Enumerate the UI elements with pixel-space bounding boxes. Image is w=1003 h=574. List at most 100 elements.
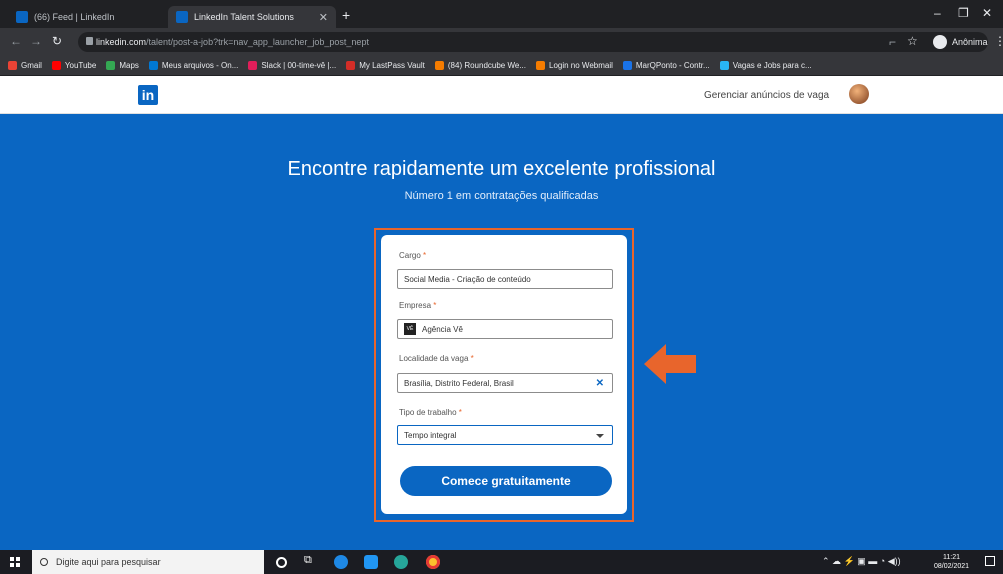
bookmark-label: Maps bbox=[119, 61, 139, 70]
avatar[interactable] bbox=[849, 84, 869, 104]
bookmark-roundcube[interactable]: (84) Roundcube We... bbox=[434, 61, 526, 70]
empresa-field[interactable]: VÊ Agência Vê bbox=[397, 319, 613, 339]
search-icon bbox=[40, 558, 48, 566]
label-text: Cargo bbox=[399, 251, 421, 260]
chrome-icon[interactable] bbox=[426, 555, 440, 569]
url-text[interactable]: linkedin.com/talent/post-a-job?trk=nav_a… bbox=[96, 37, 369, 47]
linkedin-logo[interactable]: in bbox=[138, 85, 158, 105]
clock[interactable]: 11:21 08/02/2021 bbox=[934, 553, 969, 571]
bookmark-gmail[interactable]: Gmail bbox=[8, 61, 42, 70]
menu-kebab-icon[interactable]: ⋮ bbox=[994, 34, 1003, 48]
close-window-icon[interactable]: ✕ bbox=[982, 6, 992, 20]
bookmark-webmail[interactable]: Login no Webmail bbox=[536, 61, 613, 70]
job-post-form: Cargo * Social Media - Criação de conteú… bbox=[381, 235, 627, 514]
bookmark-label: My LastPass Vault bbox=[359, 61, 425, 70]
store-icon[interactable] bbox=[364, 555, 378, 569]
gmail-icon bbox=[8, 61, 17, 70]
tab-talent-solutions[interactable]: LinkedIn Talent Solutions ✕ bbox=[168, 6, 336, 28]
empresa-value: Agência Vê bbox=[422, 324, 463, 334]
plus-icon[interactable]: + bbox=[342, 7, 350, 23]
tab-linkedin-feed[interactable]: (66) Feed | LinkedIn ✕ bbox=[8, 6, 186, 28]
bookmark-label: Login no Webmail bbox=[549, 61, 613, 70]
browser-tabstrip: (66) Feed | LinkedIn ✕ LinkedIn Talent S… bbox=[0, 0, 1003, 28]
app-icon[interactable] bbox=[394, 555, 408, 569]
localidade-value: Brasília, Distrito Federal, Brasil bbox=[404, 378, 514, 388]
bookmark-label: Slack | 00-time-vê |... bbox=[261, 61, 337, 70]
clock-date: 08/02/2021 bbox=[934, 563, 970, 570]
bookmark-youtube[interactable]: YouTube bbox=[51, 61, 97, 70]
bookmark-marqponto[interactable]: MarQPonto - Contr... bbox=[622, 61, 710, 70]
system-tray[interactable]: ⌃ ☁ ⚡ ▣ ▬ ◔ ◀)) bbox=[822, 556, 901, 567]
roundcube-icon bbox=[434, 61, 444, 70]
close-tab-icon[interactable]: ✕ bbox=[319, 11, 328, 24]
screen: (66) Feed | LinkedIn ✕ LinkedIn Talent S… bbox=[0, 0, 1003, 574]
submit-button[interactable]: Comece gratuitamente bbox=[400, 466, 612, 496]
url-domain: linkedin.com bbox=[96, 37, 147, 47]
bookmark-vagas[interactable]: Vagas e Jobs para c... bbox=[719, 61, 812, 70]
back-icon[interactable]: ← bbox=[10, 34, 22, 48]
restore-icon[interactable]: ❐ bbox=[958, 6, 969, 20]
vagas-icon bbox=[719, 61, 729, 70]
label-text: Localidade da vaga bbox=[399, 354, 469, 363]
localidade-field[interactable]: Brasília, Distrito Federal, Brasil ✕ bbox=[397, 373, 613, 393]
linkedin-favicon-icon bbox=[176, 11, 188, 23]
tab-title: (66) Feed | LinkedIn bbox=[34, 12, 115, 22]
minimize-icon[interactable]: – bbox=[934, 6, 941, 20]
windows-start-icon[interactable] bbox=[10, 557, 20, 567]
onedrive-icon bbox=[148, 61, 158, 70]
label-text: Tipo de trabalho bbox=[399, 408, 457, 417]
bookmark-label: Meus arquivos - On... bbox=[161, 61, 239, 70]
tab-title: LinkedIn Talent Solutions bbox=[194, 12, 294, 22]
tipo-label: Tipo de trabalho * bbox=[399, 408, 462, 417]
label-text: Empresa bbox=[399, 301, 432, 310]
bookmark-maps[interactable]: Maps bbox=[106, 61, 139, 70]
forward-icon[interactable]: → bbox=[30, 34, 42, 48]
cortana-icon[interactable] bbox=[276, 557, 287, 568]
search-placeholder: Digite aqui para pesquisar bbox=[56, 557, 161, 567]
reload-icon[interactable]: ↻ bbox=[52, 34, 62, 48]
cargo-label: Cargo * bbox=[399, 251, 426, 260]
bookmark-label: YouTube bbox=[64, 61, 97, 70]
task-view-icon[interactable]: ⧉ bbox=[304, 554, 318, 568]
taskbar-search[interactable]: Digite aqui para pesquisar bbox=[32, 550, 264, 574]
edge-icon[interactable] bbox=[334, 555, 348, 569]
bookmark-label: Gmail bbox=[21, 61, 42, 70]
linkedin-favicon-icon bbox=[16, 11, 28, 23]
page-title: Encontre rapidamente um excelente profis… bbox=[287, 158, 716, 180]
bookmarks-bar: Gmail YouTube Maps Meus arquivos - On...… bbox=[0, 56, 1003, 76]
required-mark: * bbox=[433, 301, 437, 310]
empresa-label: Empresa * bbox=[399, 301, 436, 310]
manage-jobs-link[interactable]: Gerenciar anúncios de vaga bbox=[704, 90, 829, 101]
webmail-icon bbox=[536, 61, 545, 70]
incognito-avatar-icon bbox=[933, 35, 947, 49]
bookmark-label: MarQPonto - Contr... bbox=[635, 61, 710, 70]
browser-toolbar: ← → ↻ linkedin.com/talent/post-a-job?trk… bbox=[0, 28, 1003, 56]
cargo-value: Social Media - Criação de conteúdo bbox=[404, 274, 531, 284]
bookmark-slack[interactable]: Slack | 00-time-vê |... bbox=[248, 61, 336, 70]
company-logo-icon: VÊ bbox=[404, 323, 416, 335]
linkedin-header: in Gerenciar anúncios de vaga bbox=[0, 76, 1003, 114]
url-path: /talent/post-a-job?trk=nav_app_launcher_… bbox=[146, 37, 369, 47]
bookmark-label: Vagas e Jobs para c... bbox=[732, 61, 812, 70]
required-mark: * bbox=[423, 251, 427, 260]
tipo-select[interactable]: Tempo integral bbox=[397, 425, 613, 445]
tipo-value: Tempo integral bbox=[404, 430, 457, 440]
lastpass-icon bbox=[346, 61, 356, 70]
chevron-down-icon bbox=[596, 434, 604, 438]
hero-section: Encontre rapidamente um excelente profis… bbox=[0, 114, 1003, 550]
bookmark-star-icon[interactable]: ☆ bbox=[907, 34, 918, 48]
bookmark-lastpass[interactable]: My LastPass Vault bbox=[346, 61, 425, 70]
notification-icon[interactable] bbox=[985, 556, 995, 566]
profile-button[interactable]: Anônima bbox=[933, 35, 988, 49]
profile-label: Anônima bbox=[952, 37, 988, 47]
bookmark-label: (84) Roundcube We... bbox=[447, 61, 526, 70]
bookmark-onedrive[interactable]: Meus arquivos - On... bbox=[148, 61, 239, 70]
cargo-field[interactable]: Social Media - Criação de conteúdo bbox=[397, 269, 613, 289]
clear-icon[interactable]: ✕ bbox=[596, 378, 604, 389]
incognito-glasses-icon[interactable]: ⌐ bbox=[889, 35, 896, 49]
required-mark: * bbox=[458, 408, 462, 417]
page-subtitle: Número 1 em contratações qualificadas bbox=[404, 190, 599, 202]
windows-taskbar: Digite aqui para pesquisar ⧉ ⌃ ☁ ⚡ ▣ ▬ ◔… bbox=[0, 550, 1003, 574]
marqponto-icon bbox=[622, 61, 632, 70]
slack-icon bbox=[248, 61, 258, 70]
